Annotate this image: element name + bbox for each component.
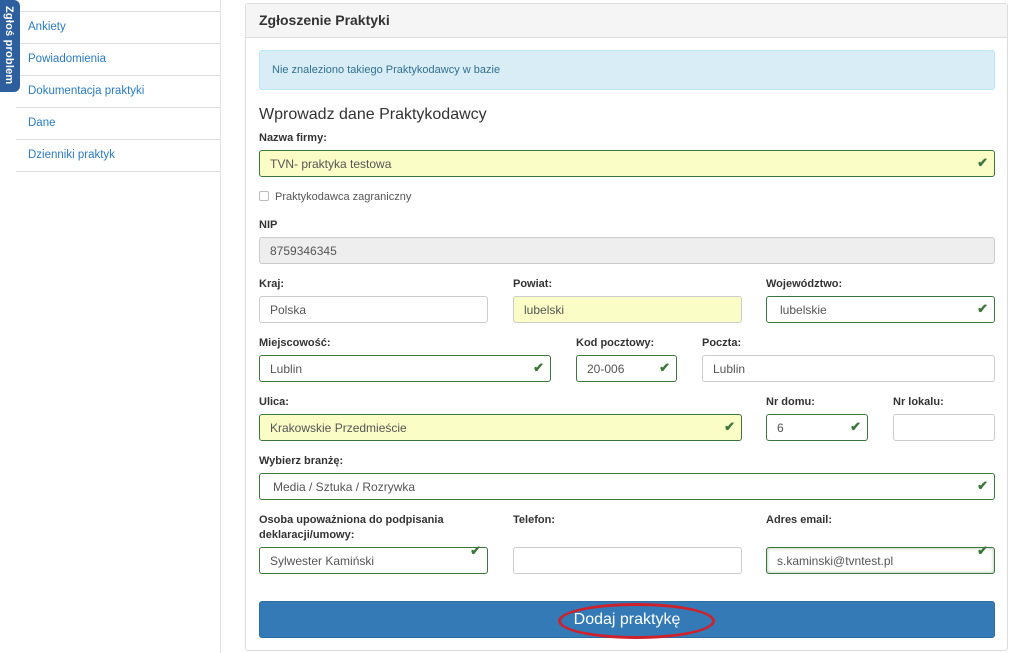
valid-check-icon: ✔ [977, 155, 988, 170]
valid-check-icon: ✔ [659, 360, 670, 375]
phone-input[interactable] [513, 547, 742, 574]
valid-check-icon: ✔ [977, 543, 988, 558]
nip-label: NIP [259, 219, 278, 231]
post-office-label: Poczta: [702, 337, 742, 349]
apartment-number-input[interactable] [893, 414, 995, 441]
sidebar-item-dokumentacja[interactable]: Dokumentacja praktyki [16, 76, 220, 108]
city-input[interactable]: Lublin ✔ [259, 355, 551, 382]
sidebar-item-partial[interactable] [16, 0, 220, 12]
postal-code-label: Kod pocztowy: [576, 337, 655, 349]
checkbox-icon[interactable] [259, 191, 269, 201]
apartment-number-label: Nr lokalu: [893, 396, 944, 408]
country-input[interactable]: Polska [259, 296, 488, 323]
valid-check-icon: ✔ [724, 419, 735, 434]
add-internship-button[interactable]: Dodaj praktykę [259, 601, 995, 639]
authorized-person-label: Osoba upoważniona do podpisania deklarac… [259, 514, 444, 541]
valid-check-icon: ✔ [850, 419, 861, 434]
nip-input: 8759346345 [259, 237, 995, 264]
post-office-input[interactable]: Lublin [702, 355, 995, 382]
info-alert: Nie znaleziono takiego Praktykodawcy w b… [259, 50, 995, 90]
district-label: Powiat: [513, 278, 553, 290]
authorized-person-input[interactable]: Sylwester Kamiński ✔ [259, 543, 488, 574]
postal-code-input[interactable]: 20-006 ✔ [576, 355, 677, 382]
company-name-input[interactable]: TVN- praktyka testowa ✔ [259, 150, 995, 177]
sidebar-item-powiadomienia[interactable]: Powiadomienia [16, 44, 220, 76]
report-problem-tab[interactable]: Zgłoś problem [0, 0, 20, 92]
house-number-input[interactable]: 6 ✔ [766, 414, 868, 441]
report-problem-label: Zgłoś problem [3, 6, 15, 85]
valid-check-icon: ✔ [533, 360, 544, 375]
foreign-employer-label: Praktykodawca zagraniczny [275, 191, 412, 203]
email-label: Adres email: [766, 514, 833, 526]
sidebar-item-ankiety[interactable]: Ankiety [16, 12, 220, 44]
sidebar-menu: Ankiety Powiadomienia Dokumentacja prakt… [16, 0, 220, 172]
valid-check-icon: ✔ [470, 543, 481, 558]
internship-form-panel: Zgłoszenie Praktyki Nie znaleziono takie… [245, 3, 1008, 651]
street-label: Ulica: [259, 396, 289, 408]
country-label: Kraj: [259, 278, 285, 290]
panel-title: Zgłoszenie Praktyki [246, 4, 1007, 38]
email-input[interactable]: s.kaminski@tvntest.pl ✔ [766, 543, 995, 574]
industry-select[interactable]: Media / Sztuka / Rozrywka ✔ [259, 473, 995, 500]
sidebar-item-dane[interactable]: Dane [16, 108, 220, 140]
district-input[interactable]: lubelski [513, 296, 742, 323]
red-annotation-ellipse [558, 603, 715, 639]
voivodeship-label: Województwo: [766, 278, 843, 290]
foreign-employer-checkbox[interactable]: Praktykodawca zagraniczny [259, 191, 411, 203]
sidebar-divider [220, 0, 221, 653]
voivodeship-select[interactable]: lubelskie ✔ [766, 296, 995, 323]
phone-label: Telefon: [513, 514, 555, 526]
street-input[interactable]: Krakowskie Przedmieście ✔ [259, 414, 742, 441]
industry-label: Wybierz branżę: [259, 455, 344, 467]
house-number-label: Nr domu: [766, 396, 815, 408]
sidebar-item-dzienniki[interactable]: Dzienniki praktyk [16, 140, 220, 172]
company-name-label: Nazwa firmy: [259, 132, 327, 144]
valid-check-icon: ✔ [977, 301, 988, 316]
section-title: Wprowadz dane Praktykodawcy [259, 106, 487, 123]
city-label: Miejscowość: [259, 337, 331, 349]
valid-check-icon: ✔ [977, 478, 988, 493]
